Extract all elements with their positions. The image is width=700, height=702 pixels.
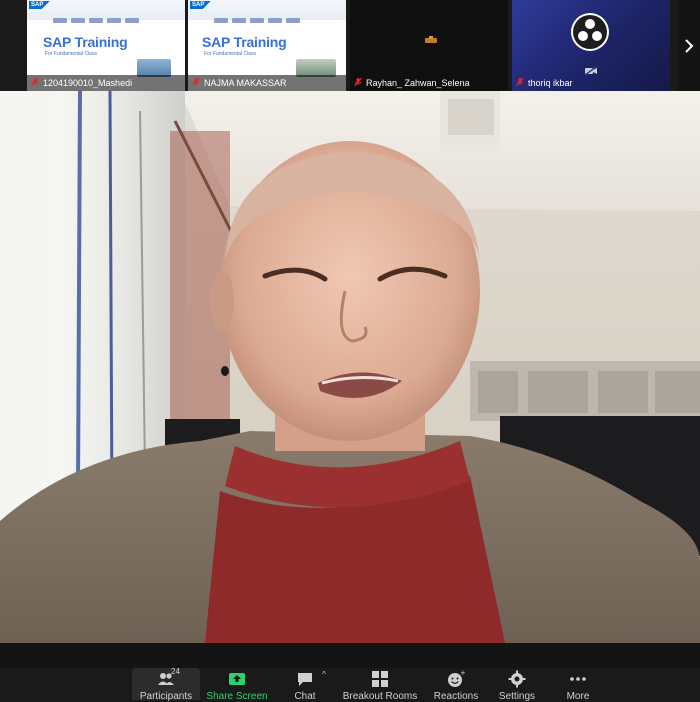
share-screen-icon <box>228 670 246 688</box>
breakout-rooms-icon <box>371 670 389 688</box>
settings-label: Settings <box>498 691 536 702</box>
slide-header: SAP <box>27 0 185 23</box>
mic-muted-icon <box>192 77 200 87</box>
more-button[interactable]: More <box>562 668 594 702</box>
sap-logo: SAP <box>190 1 212 9</box>
chat-label: Chat <box>294 691 316 702</box>
chevron-right-icon <box>685 38 694 53</box>
share-screen-button[interactable]: Share Screen <box>206 668 268 702</box>
participant-name-bar: 1204190010_Mashedi <box>27 75 185 91</box>
obs-studio-icon <box>571 13 609 51</box>
mic-muted-icon <box>354 77 362 87</box>
slide-title: SAP Training <box>43 34 128 50</box>
participant-name: 1204190010_Mashedi <box>43 78 133 88</box>
chat-button[interactable]: ^ Chat <box>285 668 326 702</box>
participant-name-bar: thoriq ikbar <box>512 75 670 91</box>
gear-icon <box>508 670 526 688</box>
participants-button[interactable]: 24 Participants <box>132 667 200 702</box>
participant-name-bar: Rayhan_ Zahwan_Selena <box>350 75 508 91</box>
participant-tile-1[interactable]: SAP SAP Training For Fundamental Class 1… <box>27 0 185 91</box>
settings-button[interactable]: Settings <box>497 668 537 702</box>
participant-name: thoriq ikbar <box>528 78 573 88</box>
next-page-button[interactable] <box>678 0 700 91</box>
video-gutter <box>0 643 700 668</box>
more-label: More <box>566 691 590 702</box>
participant-tile-3[interactable]: Rayhan_ Zahwan_Selena <box>350 0 508 91</box>
participant-name: Rayhan_ Zahwan_Selena <box>366 78 470 88</box>
reactions-label: Reactions <box>433 691 479 702</box>
more-dots-icon <box>569 670 587 688</box>
slide-title: SAP Training <box>202 34 287 50</box>
speaker-video-frame <box>0 91 700 643</box>
participant-tile-4[interactable]: thoriq ikbar <box>512 0 670 91</box>
mic-muted-icon <box>516 77 524 87</box>
active-speaker-video <box>0 91 700 643</box>
slide-subtitle: For Fundamental Class <box>204 51 256 57</box>
reactions-icon: + <box>447 669 466 688</box>
breakout-rooms-button[interactable]: Breakout Rooms <box>342 668 418 702</box>
share-screen-label: Share Screen <box>206 691 268 702</box>
video-icon <box>425 36 437 43</box>
chat-icon: ^ <box>296 670 326 688</box>
participants-count: 24 <box>171 667 180 676</box>
participant-name: NAJMA MAKASSAR <box>204 78 287 88</box>
participants-icon: 24 <box>157 667 180 688</box>
partner-logos <box>214 10 314 23</box>
video-thumbnail-strip: SAP SAP Training For Fundamental Class 1… <box>0 0 700 91</box>
participant-tile-2[interactable]: SAP SAP Training For Fundamental Class N… <box>188 0 346 91</box>
meeting-controls-toolbar: 24 Participants Share Screen ^ Chat Brea… <box>0 667 700 702</box>
breakout-rooms-label: Breakout Rooms <box>342 691 418 702</box>
slide-header: SAP <box>188 0 346 23</box>
slide-subtitle: For Fundamental Class <box>45 51 97 57</box>
participants-label: Participants <box>139 691 193 702</box>
svg-text:+: + <box>460 670 465 677</box>
chevron-up-icon[interactable]: ^ <box>322 670 326 679</box>
reactions-button[interactable]: + Reactions <box>432 668 480 702</box>
sap-logo: SAP <box>29 1 51 9</box>
participant-name-bar: NAJMA MAKASSAR <box>188 75 346 91</box>
partner-logos <box>53 10 153 23</box>
mic-muted-icon <box>31 77 39 87</box>
